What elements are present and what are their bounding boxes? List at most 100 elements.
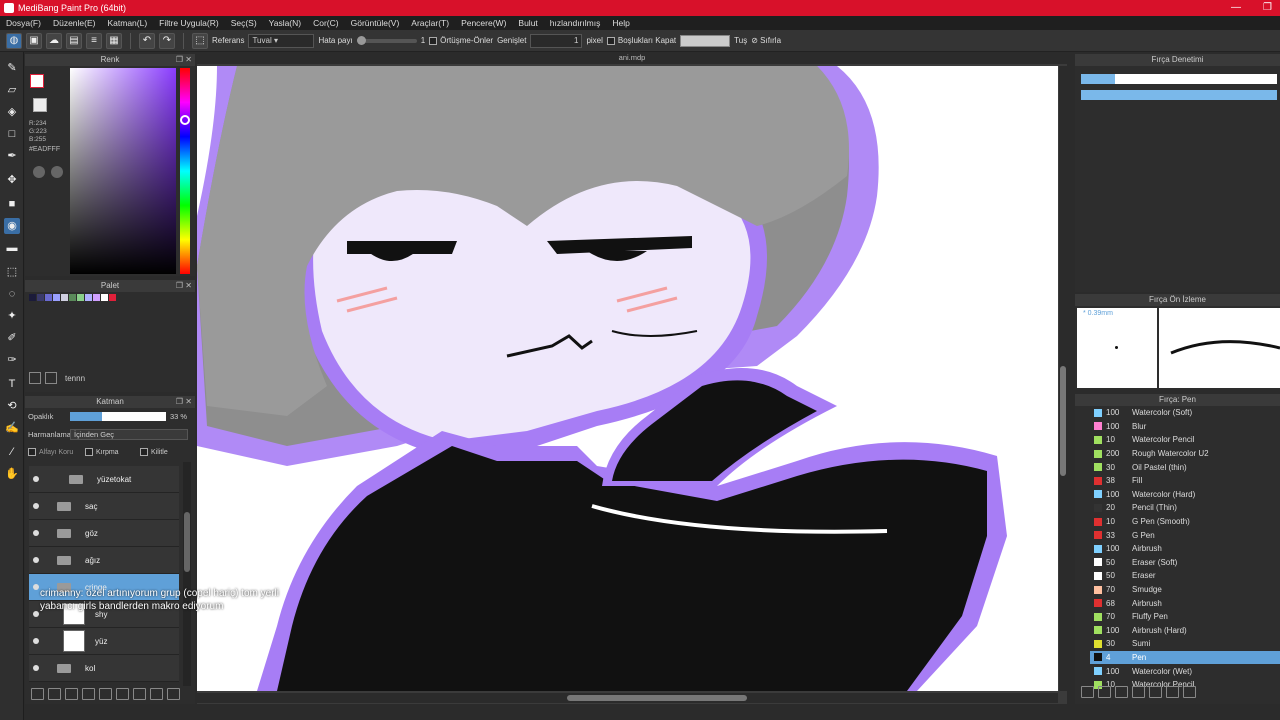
palette-swatch[interactable] <box>53 294 60 301</box>
eraser-tool-icon[interactable]: ▱ <box>4 82 20 98</box>
palette-swatch[interactable] <box>69 294 76 301</box>
new-folder-icon[interactable] <box>99 688 112 700</box>
brush-row[interactable]: 100 Airbrush <box>1090 542 1280 556</box>
canvas-horizontal-scrollbar[interactable] <box>197 693 1058 703</box>
checkbox-box[interactable] <box>85 448 93 456</box>
hand-tool-icon[interactable]: ✋ <box>4 466 20 482</box>
palette-swatch[interactable] <box>61 294 68 301</box>
horizontal-scroll-thumb[interactable] <box>567 695 747 701</box>
slider-knob[interactable] <box>356 35 366 45</box>
checkbox-box[interactable] <box>140 448 148 456</box>
visibility-eye-icon[interactable] <box>33 503 39 509</box>
palette-swatch[interactable] <box>93 294 100 301</box>
lasso-tool-icon[interactable]: ◌ <box>4 286 20 302</box>
undo-icon[interactable]: ↶ <box>139 32 155 49</box>
new-8bit-layer-icon[interactable] <box>65 688 78 700</box>
brush-row[interactable]: 70 Fluffy Pen <box>1090 610 1280 624</box>
checkbox-box[interactable] <box>429 36 438 45</box>
visibility-eye-icon[interactable] <box>33 665 39 671</box>
bosluklari-checkbox[interactable]: Boşlukları Kapat <box>606 36 676 45</box>
menu-item-7[interactable]: Görüntüle(V) <box>351 18 400 28</box>
canvas-vertical-scrollbar[interactable] <box>1059 66 1067 691</box>
visibility-eye-icon[interactable] <box>33 530 39 536</box>
menu-item-1[interactable]: Düzenle(E) <box>53 18 96 28</box>
brush-row[interactable]: 33 G Pen <box>1090 528 1280 542</box>
redo-icon[interactable]: ↷ <box>159 32 175 49</box>
brush-cloud-icon[interactable] <box>1132 686 1145 698</box>
select-tool-icon[interactable]: ⬚ <box>4 264 20 280</box>
gradient-tool-icon[interactable]: ▬ <box>4 240 20 256</box>
panel-close-icon[interactable]: ❐ ✕ <box>176 396 192 408</box>
brush-opacity-slider[interactable] <box>1081 90 1277 100</box>
brush-row[interactable]: 200 Rough Watercolor U2 <box>1090 447 1280 461</box>
magic-wand-icon[interactable]: ✦ <box>4 308 20 324</box>
menu-item-8[interactable]: Araçlar(T) <box>411 18 449 28</box>
brush-settings-icon[interactable] <box>1166 686 1179 698</box>
layer-row[interactable]: yüzetokat <box>29 466 179 493</box>
brush-row[interactable]: 38 Fill <box>1090 474 1280 488</box>
divide-tool-icon[interactable]: ⁄ <box>4 444 20 460</box>
grid-icon[interactable]: ▦ <box>106 32 122 49</box>
gap-level-box[interactable] <box>680 34 731 47</box>
hue-slider[interactable] <box>180 68 190 274</box>
layer-settings-icon[interactable] <box>150 688 163 700</box>
maximize-icon[interactable]: ❐ <box>1263 0 1272 16</box>
color-wheel-icon[interactable] <box>33 166 45 178</box>
menu-item-12[interactable]: Help <box>612 18 629 28</box>
menu-item-10[interactable]: Bulut <box>518 18 537 28</box>
layer-row[interactable]: ağız <box>29 547 179 574</box>
brush-row[interactable]: 68 Airbrush <box>1090 596 1280 610</box>
add-brush-icon[interactable] <box>1081 686 1094 698</box>
brush-copy-icon[interactable] <box>1149 686 1162 698</box>
brush-row[interactable]: 100 Airbrush (Hard) <box>1090 624 1280 638</box>
brush-row[interactable]: 50 Eraser <box>1090 569 1280 583</box>
palette-swatch[interactable] <box>77 294 84 301</box>
menu-item-11[interactable]: hızlandırılmış <box>550 18 601 28</box>
palette-swatch[interactable] <box>37 294 44 301</box>
brush-tool-icon[interactable]: ✎ <box>4 60 20 76</box>
pen-tool-icon[interactable]: ✒ <box>4 148 20 164</box>
brush-row[interactable]: 10 Watercolor Pencil <box>1090 433 1280 447</box>
menu-item-3[interactable]: Filtre Uygula(R) <box>159 18 219 28</box>
menu-item-6[interactable]: Cor(C) <box>313 18 339 28</box>
menu-item-5[interactable]: Yasla(N) <box>269 18 301 28</box>
dot-tool-icon[interactable]: ◈ <box>4 104 20 120</box>
minimize-icon[interactable]: — <box>1231 0 1241 16</box>
brush-row[interactable]: 100 Watercolor (Hard) <box>1090 488 1280 502</box>
palette-swatch[interactable] <box>101 294 108 301</box>
layer-scrollbar-thumb[interactable] <box>184 512 190 572</box>
document-tab[interactable]: ani.mdp <box>197 52 1067 64</box>
brush-size-slider[interactable] <box>1081 74 1277 84</box>
bucket-tool-icon[interactable]: ◉ <box>4 218 20 234</box>
reset-button[interactable]: ⊘ Sıfırla <box>751 36 781 45</box>
list-icon[interactable]: ≡ <box>86 32 102 49</box>
visibility-eye-icon[interactable] <box>33 476 39 482</box>
color-mode-icon[interactable] <box>51 166 63 178</box>
visibility-eye-icon[interactable] <box>33 611 39 617</box>
visibility-eye-icon[interactable] <box>33 584 39 590</box>
clipping-checkbox[interactable]: Kırpma <box>85 448 119 456</box>
new-halftone-layer-icon[interactable] <box>48 688 61 700</box>
drawing-canvas[interactable] <box>197 66 1058 691</box>
brush-row[interactable]: 100 Watercolor (Soft) <box>1090 406 1280 420</box>
layer-row[interactable]: yüz <box>29 628 179 655</box>
vertical-scroll-thumb[interactable] <box>1060 366 1066 476</box>
saturation-value-picker[interactable] <box>70 68 176 274</box>
palette-swatch[interactable] <box>29 294 36 301</box>
new-layer-icon[interactable] <box>31 688 44 700</box>
brush-row[interactable]: 30 Oil Pastel (thin) <box>1090 460 1280 474</box>
palette-swatch[interactable] <box>109 294 116 301</box>
rect-tool-icon[interactable]: □ <box>4 126 20 142</box>
fill-tool-icon[interactable]: ◍ <box>6 32 22 49</box>
hata-payi-slider[interactable] <box>356 35 417 45</box>
genislet-select[interactable]: 1 <box>530 33 583 48</box>
brush-row[interactable]: 20 Pencil (Thin) <box>1090 501 1280 515</box>
menu-item-2[interactable]: Katman(L) <box>107 18 147 28</box>
bucket-icon[interactable]: ▣ <box>26 32 42 49</box>
delete-palette-icon[interactable] <box>45 372 57 384</box>
new-1bit-layer-icon[interactable] <box>82 688 95 700</box>
menu-item-9[interactable]: Pencere(W) <box>461 18 506 28</box>
brush-row[interactable]: 70 Smudge <box>1090 583 1280 597</box>
visibility-eye-icon[interactable] <box>33 557 39 563</box>
brush-row[interactable]: 4 Pen <box>1090 650 1280 665</box>
